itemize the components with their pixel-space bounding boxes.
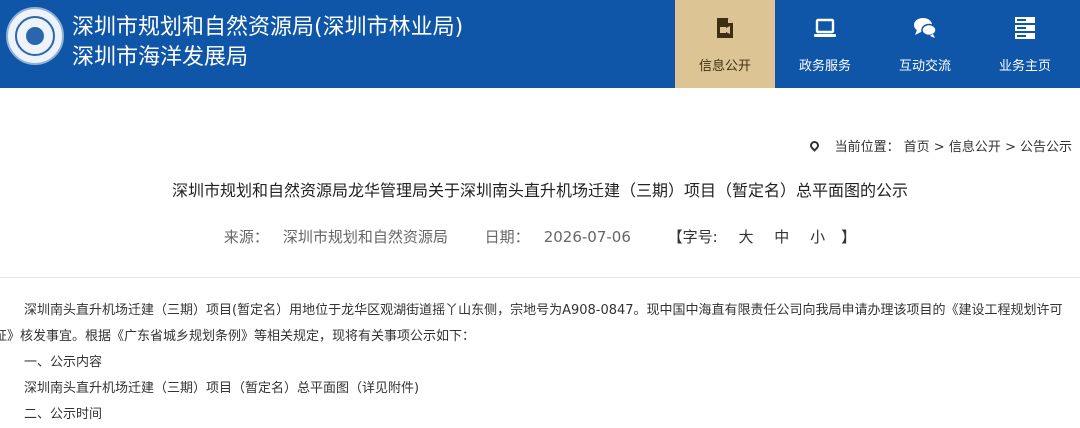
source-value: 深圳市规划和自然资源局 (282, 228, 448, 246)
article-body: 深圳南头直升机场迁建（三期）项目(暂定名）用地位于龙华区观湖街道摇丫山东侧，宗地… (0, 298, 1074, 428)
nav-label: 政务服务 (798, 59, 851, 74)
nav-government-service[interactable]: 政务服务 (775, 0, 875, 88)
article-title: 深圳市规划和自然资源局龙华管理局关于深圳南头直升机场迁建（三期）项目（暂定名）总… (171, 181, 908, 200)
font-size-close: 】 (841, 228, 857, 246)
body-line: 深圳南头直升机场迁建（三期）项目（暂定名）总平面图（详见附件) (24, 381, 420, 396)
site-title[interactable]: 深圳市规划和自然资源局(深圳市林业局) 深圳市海洋发展局 (72, 13, 463, 73)
font-large-link[interactable]: 大 (739, 228, 754, 246)
font-medium-link[interactable]: 中 (774, 228, 789, 246)
nav-business-home[interactable]: 业务主页 (975, 0, 1075, 88)
nav-info-disclosure[interactable]: 信息公开 (675, 0, 775, 88)
site-header: 深圳市规划和自然资源局(深圳市林业局) 深圳市海洋发展局 信息公开 政务服务 互… (0, 0, 1080, 88)
server-icon (1015, 17, 1035, 39)
emblem-logo[interactable] (6, 7, 64, 65)
site-title-line2: 深圳市海洋发展局 (72, 45, 249, 70)
nav-interaction[interactable]: 互动交流 (875, 0, 975, 88)
monitor-icon (814, 18, 836, 37)
font-size-label: 【字号: (667, 228, 718, 246)
location-pin-icon (807, 139, 821, 152)
date-label: 日期： (484, 228, 530, 246)
news-icon (717, 18, 733, 38)
divider (0, 277, 1080, 278)
body-paragraph: 深圳南头直升机场迁建（三期）项目(暂定名）用地位于龙华区观湖街道摇丫山东侧，宗地… (0, 303, 1063, 344)
breadcrumb-prefix: 当前位置： (834, 140, 900, 155)
source-label: 来源： (223, 228, 269, 246)
chat-icon (914, 18, 937, 38)
article-meta: 来源： 深圳市规划和自然资源局 日期： 2026-07-06 【字号: 大 中 小】 (0, 226, 1080, 247)
date-value: 2026-07-06 (543, 228, 631, 246)
section-heading: 一、公示内容 (24, 355, 103, 370)
section-heading: 二、公示时间 (24, 407, 103, 422)
breadcrumb-path[interactable]: 首页 > 信息公开 > 公告公示 (904, 140, 1072, 155)
nav-label: 信息公开 (698, 59, 751, 74)
site-title-line1: 深圳市规划和自然资源局(深圳市林业局) (72, 15, 464, 40)
nav-label: 业务主页 (998, 59, 1051, 74)
breadcrumb: 当前位置： 首页 > 信息公开 > 公告公示 (807, 136, 1072, 155)
nav-label: 互动交流 (898, 59, 951, 74)
font-small-link[interactable]: 小 (810, 228, 825, 246)
